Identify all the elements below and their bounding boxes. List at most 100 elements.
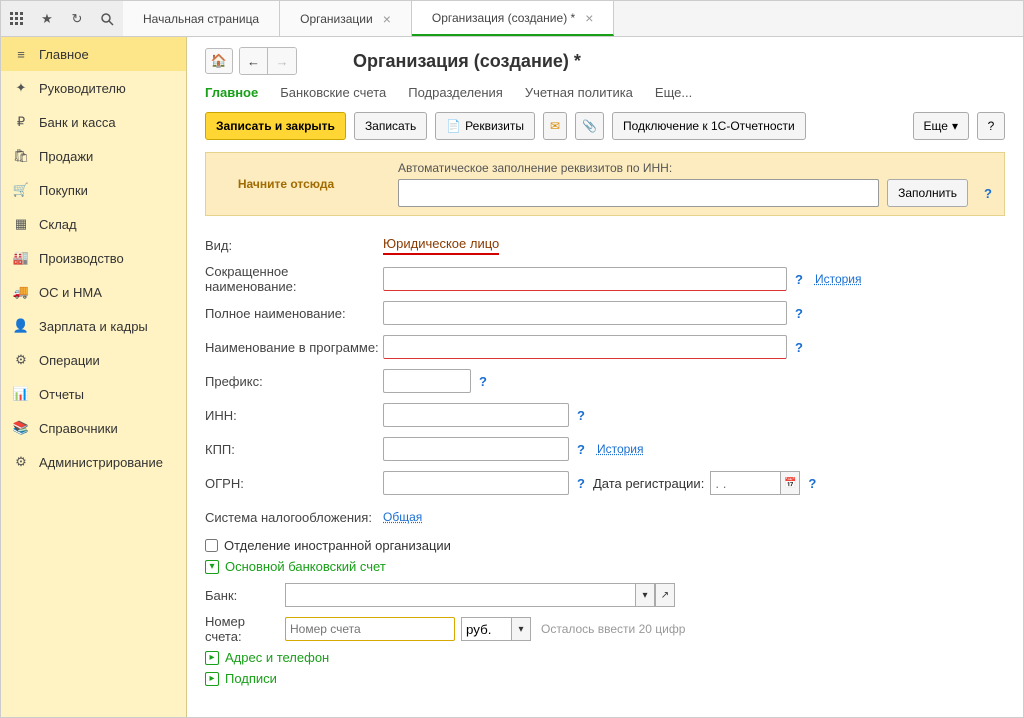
help-icon[interactable]: ? [479,374,487,389]
sign-section-toggle[interactable]: ▸ Подписи [205,671,1005,686]
history-icon[interactable]: ↻ [69,11,85,27]
sidebar-label: Администрирование [39,455,163,470]
sidebar-label: Руководителю [39,81,126,96]
collapse-icon: ▾ [205,560,219,574]
prefix-input[interactable] [383,369,471,393]
vid-value-link[interactable]: Юридическое лицо [383,236,499,255]
sidebar-item-assets[interactable]: 🚚ОС и НМА [1,275,186,309]
clip-icon: 📎 [582,119,597,133]
account-label: Номер счета: [205,614,285,644]
close-icon[interactable]: × [585,10,593,26]
help-icon[interactable]: ? [577,476,585,491]
fill-button[interactable]: Заполнить [887,179,968,207]
inn-input[interactable] [383,403,569,427]
gear-icon: ⚙ [13,454,29,470]
bank-section-toggle[interactable]: ▾ Основной банковский счет [205,559,1005,574]
subtab-main[interactable]: Главное [205,85,258,100]
save-button[interactable]: Записать [354,112,427,140]
history-link[interactable]: История [815,272,862,286]
tab-home[interactable]: Начальная страница [123,1,280,36]
help-icon[interactable]: ? [795,340,803,355]
subtab-departments[interactable]: Подразделения [408,85,503,100]
help-icon[interactable]: ? [795,306,803,321]
ruble-icon: ₽ [13,114,29,130]
star-icon[interactable]: ★ [39,11,55,27]
forward-button[interactable]: → [268,48,296,74]
help-icon[interactable]: ? [984,186,992,201]
sidebar-label: Зарплата и кадры [39,319,148,334]
tab-organizations[interactable]: Организации × [280,1,412,36]
inn-autofill-input[interactable] [398,179,879,207]
tab-label: Организация (создание) * [432,11,575,25]
tax-label: Система налогообложения: [205,510,383,525]
sidebar-item-production[interactable]: 🏭Производство [1,241,186,275]
tax-value-link[interactable]: Общая [383,510,422,524]
search-icon[interactable] [99,11,115,27]
full-name-input[interactable] [383,301,787,325]
regdate-label: Дата регистрации: [593,476,704,491]
sidebar-label: Главное [39,47,89,62]
back-button[interactable]: ← [240,48,268,74]
tab-label: Организации [300,12,373,26]
regdate-input[interactable] [710,471,780,495]
foreign-checkbox[interactable] [205,539,218,552]
account-input[interactable] [285,617,455,641]
connect-button[interactable]: Подключение к 1С-Отчетности [612,112,806,140]
attach-button[interactable]: 📎 [575,112,604,140]
expand-icon: ▸ [205,672,219,686]
chevron-down-icon: ▾ [952,119,958,133]
currency-input[interactable] [461,617,511,641]
sidebar-item-sales[interactable]: 🛍Продажи [1,139,186,173]
prog-name-input[interactable] [383,335,787,359]
bank-input[interactable] [285,583,635,607]
sidebar-item-catalogs[interactable]: 📚Справочники [1,411,186,445]
full-name-label: Полное наименование: [205,306,383,321]
sidebar-label: Отчеты [39,387,84,402]
open-icon[interactable]: ↗ [655,583,675,607]
mail-icon: ✉ [550,119,560,133]
help-icon[interactable]: ? [577,408,585,423]
mail-button[interactable]: ✉ [543,112,567,140]
ogrn-input[interactable] [383,471,569,495]
help-icon[interactable]: ? [795,272,803,287]
dropdown-icon[interactable]: ▾ [511,617,531,641]
tab-organization-new[interactable]: Организация (создание) * × [412,1,614,36]
sidebar-label: Продажи [39,149,93,164]
short-name-input[interactable] [383,267,787,291]
sidebar-item-manager[interactable]: ✦Руководителю [1,71,186,105]
cart-icon: 🛒 [13,182,29,198]
sidebar-item-warehouse[interactable]: ▦Склад [1,207,186,241]
ogrn-label: ОГРН: [205,476,383,491]
help-icon[interactable]: ? [577,442,585,457]
foreign-label: Отделение иностранной организации [224,538,451,553]
sidebar-item-reports[interactable]: 📊 Отчеты [1,377,186,411]
sidebar-item-purchases[interactable]: 🛒 Покупки [1,173,186,207]
address-section-toggle[interactable]: ▸ Адрес и телефон [205,650,1005,665]
page-title: Организация (создание) * [353,51,581,72]
subtab-policy[interactable]: Учетная политика [525,85,633,100]
sidebar-item-admin[interactable]: ⚙ Администрирование [1,445,186,479]
truck-icon: 🚚 [13,284,29,300]
sidebar: ≡Главное ✦Руководителю ₽Банк и касса 🛍Пр… [1,37,187,717]
home-button[interactable]: 🏠 [205,48,233,74]
help-button[interactable]: ? [977,112,1005,140]
help-icon[interactable]: ? [808,476,816,491]
sidebar-item-bank[interactable]: ₽Банк и касса [1,105,186,139]
calendar-icon[interactable]: 📅 [780,471,800,495]
requisites-button[interactable]: 📄Реквизиты [435,112,535,140]
kpp-input[interactable] [383,437,569,461]
sidebar-item-operations[interactable]: ⚙Операции [1,343,186,377]
subtab-more[interactable]: Еще... [655,85,692,100]
sidebar-item-salary[interactable]: 👤Зарплата и кадры [1,309,186,343]
sidebar-item-main[interactable]: ≡Главное [1,37,186,71]
close-icon[interactable]: × [383,11,391,27]
apps-icon[interactable] [9,11,25,27]
kpp-history-link[interactable]: История [597,442,644,456]
dropdown-icon[interactable]: ▾ [635,583,655,607]
subtab-bank[interactable]: Банковские счета [280,85,386,100]
sidebar-label: Склад [39,217,77,232]
more-button[interactable]: Еще ▾ [913,112,969,140]
sidebar-label: Покупки [39,183,88,198]
chart-icon: 📊 [13,386,29,402]
save-close-button[interactable]: Записать и закрыть [205,112,346,140]
